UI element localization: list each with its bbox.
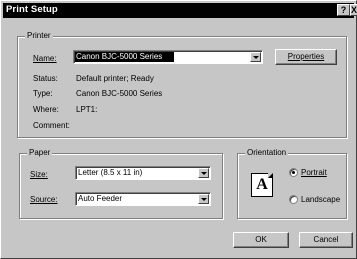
landscape-label[interactable]: Landscape [301, 195, 340, 204]
printer-name-value: Canon BJC-5000 Series [76, 52, 163, 61]
properties-button-label: Properties [287, 52, 325, 61]
orientation-group-title: Orientation [245, 148, 289, 157]
portrait-label[interactable]: Portrait [301, 168, 327, 177]
paper-size-value: Letter (8.5 x 11 in) [78, 168, 143, 177]
printer-name-select[interactable]: Canon BJC-5000 Series [73, 50, 263, 64]
properties-button[interactable]: Properties [275, 49, 337, 65]
name-label: Name: [33, 54, 57, 63]
window-title: Print Setup [6, 4, 58, 15]
close-button[interactable]: X [350, 4, 357, 16]
chevron-down-icon[interactable] [250, 52, 261, 62]
chevron-down-icon[interactable] [198, 194, 209, 204]
ok-button[interactable]: OK [233, 232, 289, 248]
type-label: Type: [33, 89, 53, 98]
where-value: LPT1: [76, 105, 98, 114]
cancel-button[interactable]: Cancel [299, 232, 353, 248]
source-label: Source: [30, 195, 58, 204]
paper-source-select[interactable]: Auto Feeder [75, 192, 211, 206]
status-value: Default printer; Ready [76, 74, 154, 83]
print-setup-dialog: Print Setup ? X Printer Name: Canon BJC-… [0, 0, 357, 259]
size-label: Size: [30, 170, 48, 179]
chevron-down-icon[interactable] [198, 168, 209, 178]
where-label: Where: [33, 105, 59, 114]
radio-selected-dot [292, 171, 295, 174]
paper-group: Paper Size: Letter (8.5 x 11 in) Source:… [19, 148, 223, 219]
type-value: Canon BJC-5000 Series [76, 89, 163, 98]
printer-name-selection: Canon BJC-5000 Series [75, 52, 174, 62]
paper-group-title: Paper [27, 148, 53, 157]
comment-label: Comment: [33, 121, 70, 130]
landscape-radio[interactable] [289, 195, 298, 204]
printer-group-title: Printer [25, 31, 53, 40]
portrait-radio[interactable] [289, 168, 298, 177]
paper-size-select[interactable]: Letter (8.5 x 11 in) [75, 166, 211, 180]
title-bar[interactable]: Print Setup ? X [3, 3, 357, 18]
status-label: Status: [33, 74, 58, 83]
printer-group: Printer Name: Canon BJC-5000 Series Prop… [17, 31, 347, 138]
orientation-group: Orientation A Portrait Landscape [237, 148, 347, 219]
paper-source-value: Auto Feeder [78, 194, 123, 203]
help-button[interactable]: ? [337, 4, 350, 16]
portrait-page-icon: A [251, 173, 273, 197]
